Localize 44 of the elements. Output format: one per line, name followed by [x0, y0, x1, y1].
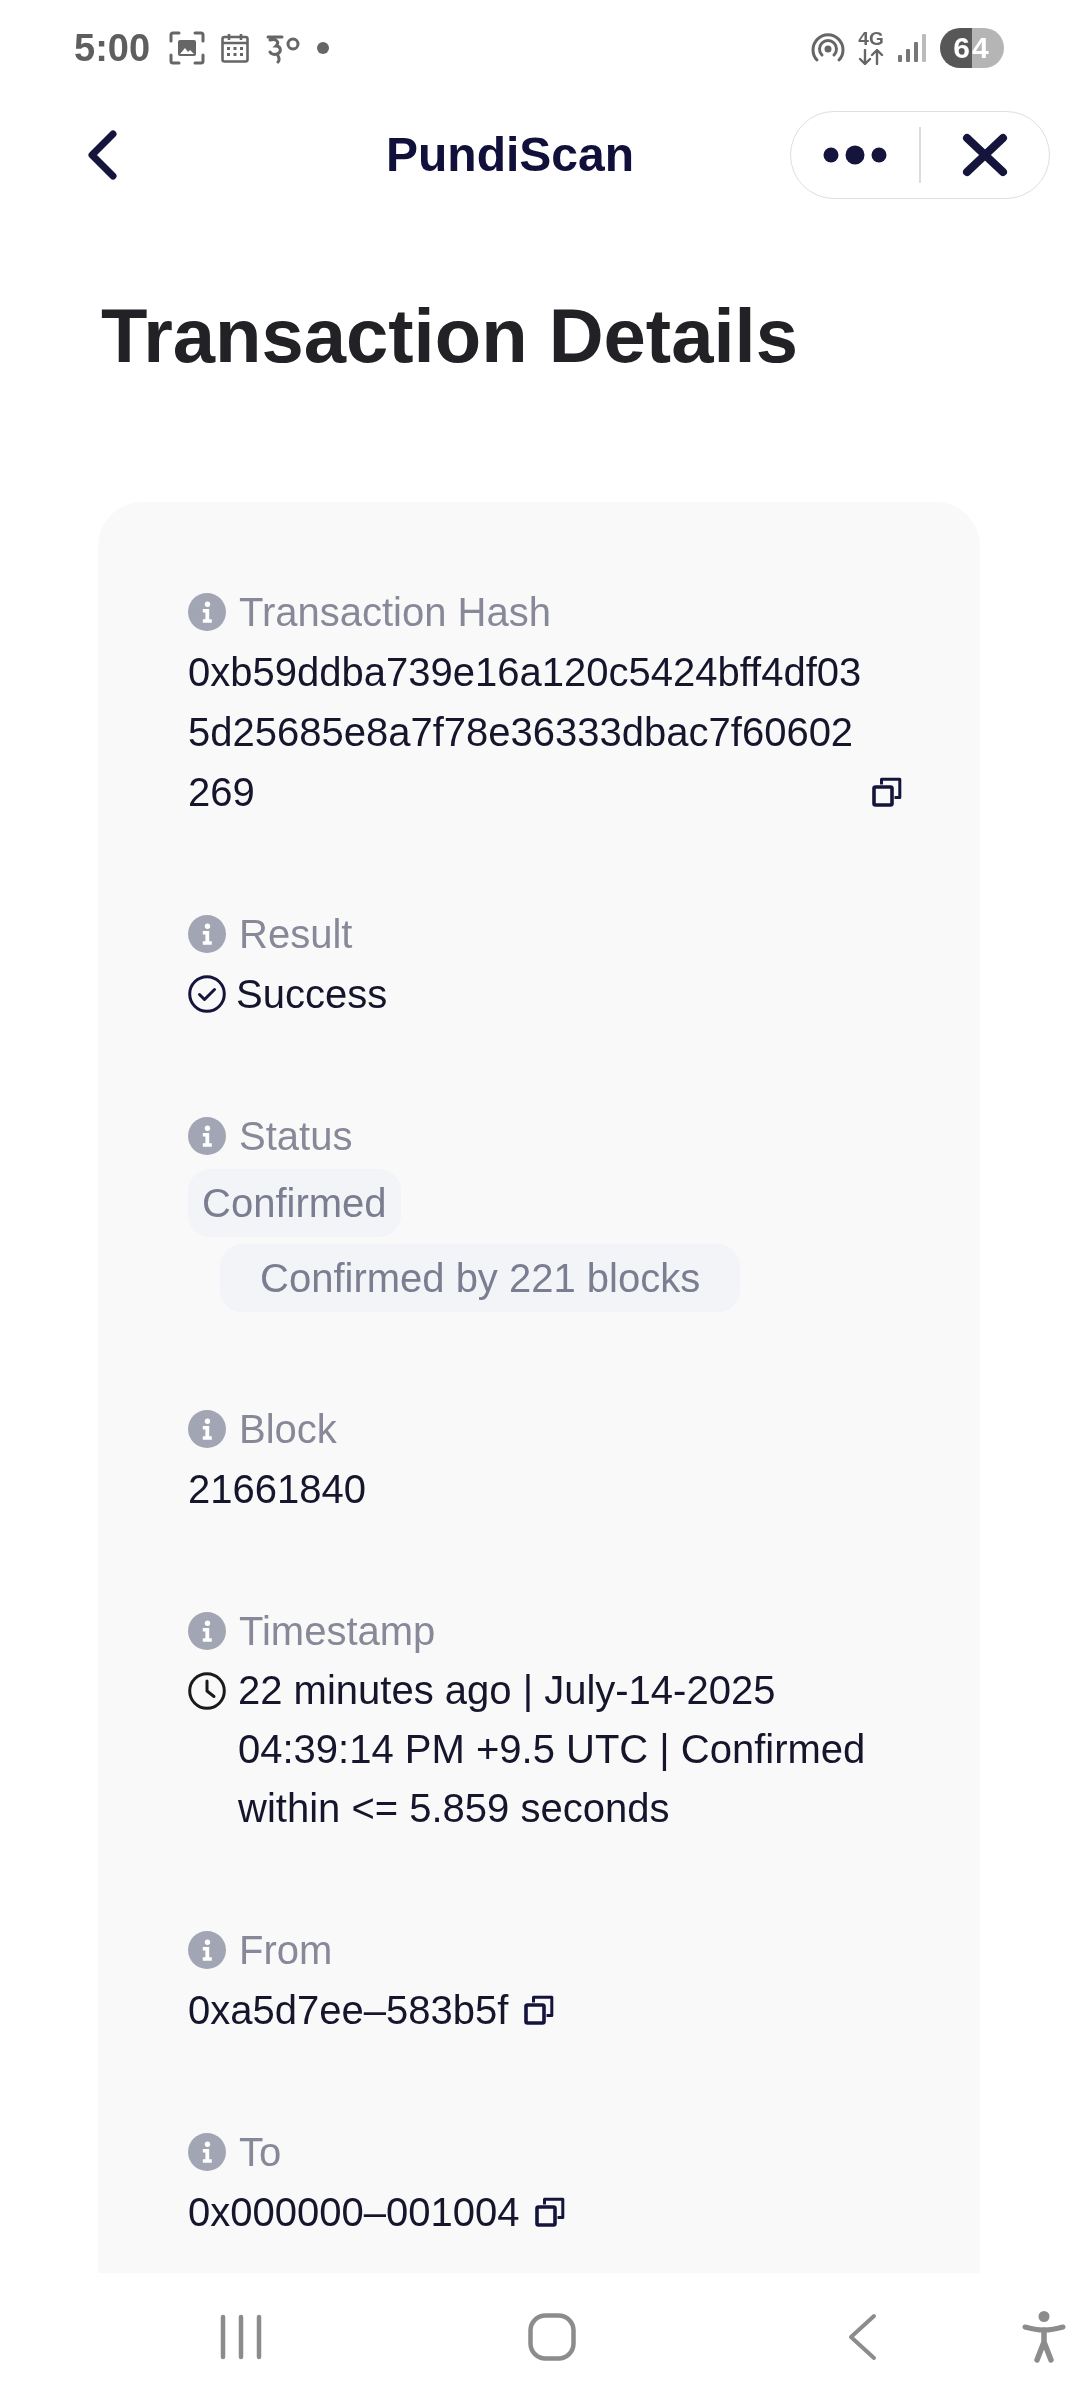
info-icon: [188, 2133, 226, 2171]
recent-apps-icon: [219, 2313, 263, 2360]
field-label: Transaction Hash: [239, 589, 551, 636]
info-icon: [188, 1117, 226, 1155]
field-label: From: [239, 1927, 333, 1974]
field-label: Timestamp: [239, 1608, 436, 1655]
timestamp-value: 22 minutes ago | July-14-2025 04:39:14 PM +9.5 UTC | Confirmed within <= 5.859 seconds: [238, 1667, 867, 1832]
accessibility-icon: [1022, 2310, 1066, 2363]
page-title: Transaction Details: [101, 292, 798, 380]
more-icon: [823, 145, 887, 165]
hash-value: 0xb59ddba739e16a120c5424bff4df035d25685e8a7f78e36333dbac7f60602269: [188, 649, 863, 816]
address-value: 0x000000–001004: [188, 2189, 520, 2236]
hotspot-icon: [811, 31, 845, 64]
info-icon: [188, 593, 226, 631]
chevron-left-icon: [86, 130, 118, 180]
notification-dot-icon: [317, 41, 330, 54]
field-label: To: [239, 2129, 282, 2176]
clock-icon: [188, 1672, 226, 1710]
info-icon: [188, 1410, 226, 1448]
address-value: 0xa5d7ee–583b5f: [188, 1987, 509, 2034]
copy-icon[interactable]: [535, 2197, 566, 2227]
info-icon: [188, 1612, 226, 1650]
data-arrows-icon: [858, 49, 884, 65]
signal-icon: [897, 32, 927, 63]
info-icon: [188, 915, 226, 953]
copy-icon[interactable]: [872, 777, 902, 807]
calendar-icon: [221, 32, 250, 63]
field-label: Status: [239, 1113, 353, 1160]
status-tag: Confirmed: [188, 1169, 401, 1237]
info-icon: [188, 1931, 226, 1969]
back-icon: [846, 2312, 878, 2361]
confirmations-tag: Confirmed by 221 blocks: [220, 1244, 741, 1312]
check-circle-icon: [188, 975, 226, 1013]
status-time: 5:00: [74, 25, 151, 70]
app-title: PundiScan: [385, 127, 634, 183]
close-icon: [961, 133, 1008, 177]
block-number: 21661840: [188, 1466, 366, 1513]
field-label: Block: [239, 1406, 337, 1453]
copy-icon[interactable]: [524, 1995, 555, 2025]
result-value: Success: [236, 971, 388, 1018]
field-label: Result: [239, 911, 353, 958]
home-icon: [528, 2312, 576, 2361]
screenshot-icon: [169, 30, 206, 65]
network-type-label: 4G: [858, 30, 884, 48]
